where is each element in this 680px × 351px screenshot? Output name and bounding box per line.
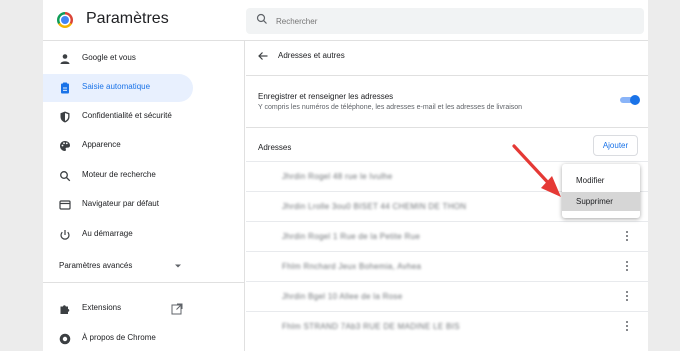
chrome-logo-icon: [57, 12, 73, 28]
save-addresses-label: Enregistrer et renseigner les adresses: [258, 92, 394, 101]
person-icon: [60, 54, 70, 64]
address-row: Jhrdin Rogel 1 Rue de la Petite Rue: [246, 221, 648, 251]
address-text: Fhlm STRAND 7Ab3 RUE DE MADINE LE BIS: [282, 322, 460, 331]
sidebar-item-label: À propos de Chrome: [82, 333, 156, 342]
divider: [246, 127, 648, 128]
more-actions-icon[interactable]: [624, 321, 630, 333]
more-actions-icon[interactable]: [624, 291, 630, 303]
sidebar-item-about[interactable]: À propos de Chrome: [43, 325, 193, 351]
browser-icon: [59, 200, 71, 210]
sidebar-item-default-browser[interactable]: Navigateur par défaut: [43, 191, 193, 219]
context-menu: Modifier Supprimer: [562, 164, 640, 218]
more-actions-icon[interactable]: [624, 231, 630, 243]
menu-item-delete[interactable]: Supprimer: [562, 192, 640, 211]
main-content: Adresses et autres Enregistrer et rensei…: [246, 41, 648, 351]
sidebar-item-search-engine[interactable]: Moteur de recherche: [43, 162, 193, 190]
toggle-knob: [630, 95, 640, 105]
address-text: Fhlm Rnchard Jeux Bohemia, Avhea: [282, 262, 422, 271]
chrome-icon: [59, 333, 71, 345]
menu-item-edit[interactable]: Modifier: [562, 171, 640, 190]
sidebar-item-label: Apparence: [82, 140, 121, 149]
section-title: Adresses: [258, 143, 292, 152]
palette-icon: [60, 141, 70, 151]
address-row: Fhlm Rnchard Jeux Bohemia, Avhea: [246, 251, 648, 281]
clipboard-icon: [61, 82, 69, 94]
sidebar-divider: [43, 282, 245, 283]
sidebar-item-label: Google et vous: [82, 53, 136, 62]
puzzle-icon: [60, 305, 70, 314]
more-actions-icon[interactable]: [624, 261, 630, 273]
back-arrow-icon[interactable]: [258, 51, 268, 61]
save-addresses-toggle[interactable]: [620, 95, 640, 105]
header: Paramètres: [43, 0, 648, 41]
sidebar-item-label: Extensions: [82, 303, 122, 312]
settings-window: Paramètres Google et vous Saisie automat…: [43, 0, 648, 351]
power-icon: [60, 230, 70, 240]
divider: [246, 75, 648, 76]
search-icon: [60, 171, 71, 182]
address-text: Jhrdin Bgel 10 Allee de la Rose: [282, 292, 403, 301]
sidebar-item-label: Moteur de recherche: [82, 170, 156, 179]
sidebar-item-privacy[interactable]: Confidentialité et sécurité: [43, 103, 193, 131]
sidebar-item-extensions[interactable]: Extensions: [43, 295, 193, 323]
search-input[interactable]: [276, 8, 626, 34]
app-title: Paramètres: [86, 10, 169, 27]
sidebar-item-label: Au démarrage: [82, 229, 133, 238]
address-row: Fhlm STRAND 7Ab3 RUE DE MADINE LE BIS: [246, 311, 648, 341]
sidebar-item-google[interactable]: Google et vous: [43, 45, 193, 73]
search-box[interactable]: [246, 8, 644, 34]
sidebar-item-label: Confidentialité et sécurité: [82, 111, 172, 120]
sidebar-item-autofill[interactable]: Saisie automatique: [43, 74, 193, 102]
caret-down-icon[interactable]: [174, 263, 182, 269]
sidebar: Google et vous Saisie automatique Confid…: [43, 41, 245, 351]
address-row: Jhrdin Bgel 10 Allee de la Rose: [246, 281, 648, 311]
address-text: Jhrdin Lrolle 3ou0 BISET 44 CHEMIN DE TH…: [282, 202, 467, 211]
page-title: Adresses et autres: [278, 51, 345, 60]
sidebar-item-startup[interactable]: Au démarrage: [43, 221, 193, 249]
address-text: Jhrdin Rogel 48 rue le Ivulhe: [282, 172, 393, 181]
shield-icon: [60, 111, 70, 123]
save-addresses-description: Y compris les numéros de téléphone, les …: [258, 104, 523, 111]
sidebar-item-label: Saisie automatique: [82, 82, 151, 91]
open-in-new-icon: [171, 303, 183, 315]
add-address-button[interactable]: Ajouter: [593, 135, 638, 156]
search-icon: [256, 13, 267, 24]
sidebar-item-label: Navigateur par défaut: [82, 199, 159, 208]
address-text: Jhrdin Rogel 1 Rue de la Petite Rue: [282, 232, 421, 241]
advanced-settings-toggle[interactable]: Paramètres avancés: [59, 261, 132, 270]
sidebar-item-appearance[interactable]: Apparence: [43, 132, 193, 160]
